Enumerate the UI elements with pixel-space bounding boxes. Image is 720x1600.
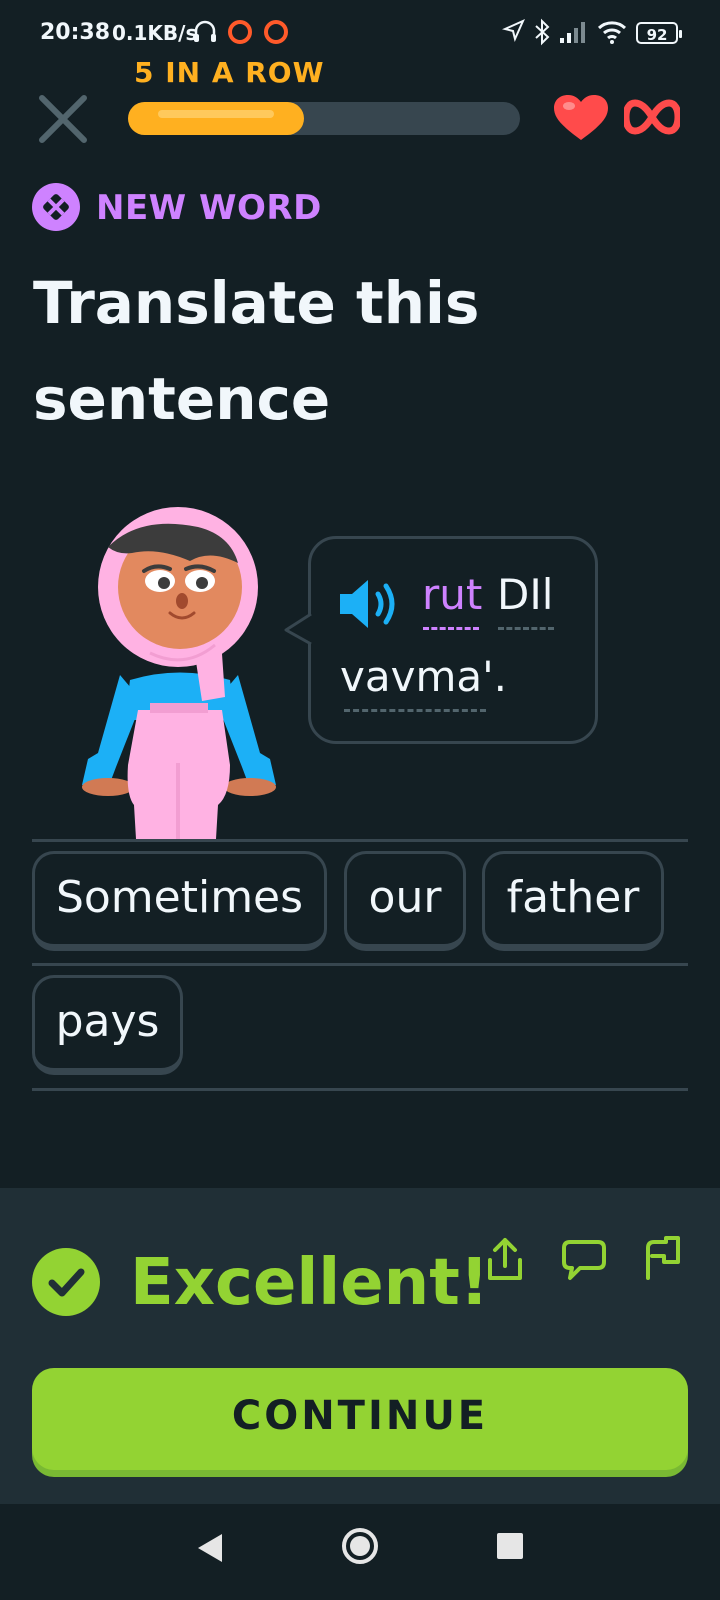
continue-button[interactable]: CONTINUE (32, 1368, 688, 1470)
battery-indicator: 92 (636, 22, 682, 44)
prompt-token[interactable]: rut (422, 570, 482, 619)
navigation-bar (0, 1504, 720, 1600)
comment-icon[interactable] (560, 1236, 608, 1284)
new-word-label: NEW WORD (96, 188, 322, 228)
lesson-progress-fill (128, 102, 305, 135)
notification-ring-icon (228, 20, 252, 44)
check-icon (32, 1248, 100, 1316)
word-chip[interactable]: father (482, 851, 664, 951)
answer-line (32, 963, 688, 966)
home-icon[interactable] (340, 1526, 380, 1566)
prompt-token[interactable]: DIl (497, 570, 553, 619)
answer-line (32, 839, 688, 842)
status-network-speed: 0.1KB/s (112, 21, 198, 45)
token-underline (423, 627, 479, 630)
bluetooth-icon (535, 18, 550, 46)
prompt-token[interactable]: vavma'. (340, 652, 507, 701)
page-title: Translate this sentence (33, 269, 480, 433)
feedback-message: Excellent! (130, 1246, 489, 1320)
back-icon[interactable] (194, 1530, 226, 1566)
signal-icon (560, 22, 585, 43)
speech-bubble (308, 536, 598, 744)
lesson-progress-bar (128, 102, 520, 135)
new-word-icon (32, 183, 80, 231)
status-time: 20:38 (40, 20, 111, 45)
token-underline (498, 627, 554, 630)
infinity-icon (624, 99, 680, 135)
heart-icon[interactable] (552, 94, 610, 142)
headphones-icon (194, 20, 216, 42)
answer-line (32, 1088, 688, 1091)
recents-icon[interactable] (494, 1530, 526, 1562)
flag-icon[interactable] (642, 1236, 684, 1284)
share-icon[interactable] (484, 1236, 526, 1284)
speech-bubble-tail (284, 612, 313, 646)
token-underline (344, 709, 486, 712)
character-illustration (82, 507, 276, 839)
progress-shine (158, 110, 275, 118)
streak-label: 5 IN A ROW (134, 56, 325, 89)
close-icon[interactable] (36, 92, 90, 146)
word-chip[interactable]: Sometimes (32, 851, 327, 951)
word-chip[interactable]: pays (32, 975, 183, 1075)
wifi-icon (597, 21, 627, 44)
word-chip[interactable]: our (344, 851, 466, 951)
speaker-icon[interactable] (338, 576, 404, 632)
location-icon (502, 19, 525, 43)
notification-ring-icon (264, 20, 288, 44)
status-bar: 20:38 0.1KB/s 92 (0, 0, 720, 70)
